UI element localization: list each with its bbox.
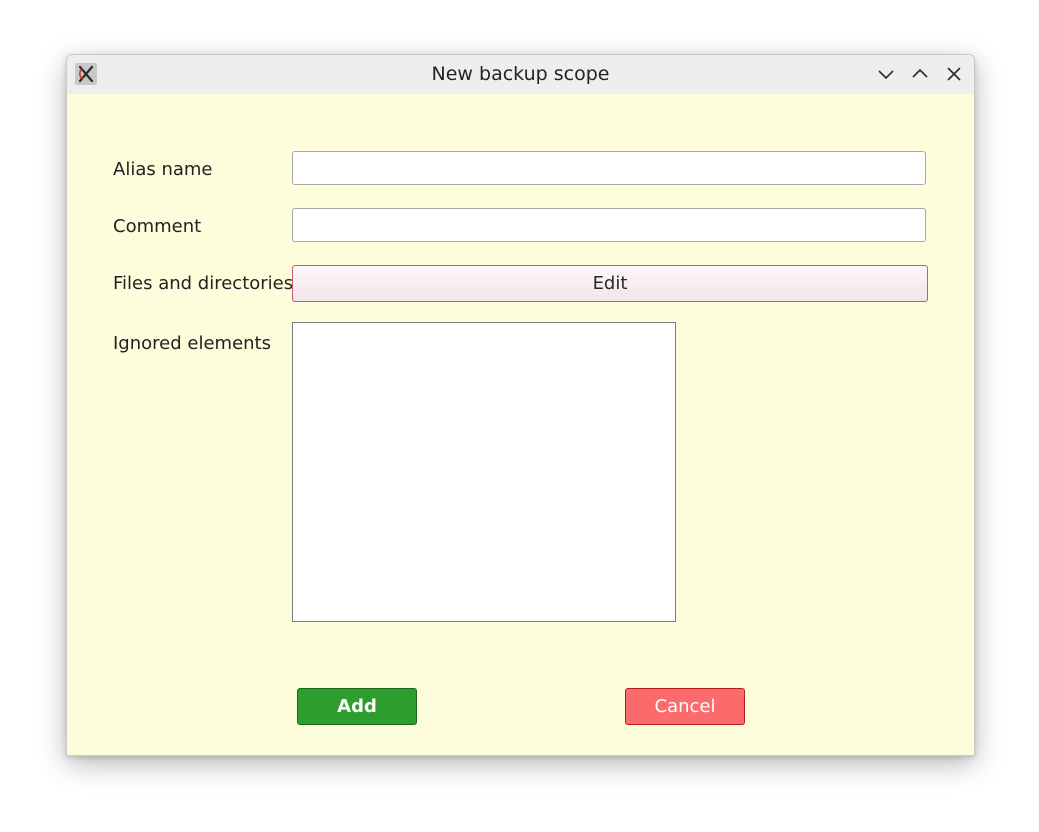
cancel-button[interactable]: Cancel [625,688,745,725]
comment-label: Comment [113,216,202,237]
app-icon [75,63,97,85]
edit-files-button[interactable]: Edit [292,265,928,302]
alias-name-input[interactable] [292,151,926,185]
alias-name-label: Alias name [113,159,213,180]
dialog-window: New backup scope Alias name Comment File… [66,54,975,756]
ignored-elements-list[interactable] [292,322,676,622]
window-title: New backup scope [431,63,610,85]
minimize-icon[interactable] [877,65,895,83]
comment-input[interactable] [292,208,926,242]
title-bar[interactable]: New backup scope [67,55,974,94]
files-and-directories-label: Files and directories [113,273,294,294]
maximize-icon[interactable] [911,65,929,83]
close-icon[interactable] [945,65,963,83]
add-button[interactable]: Add [297,688,417,725]
ignored-elements-label: Ignored elements [113,333,271,354]
